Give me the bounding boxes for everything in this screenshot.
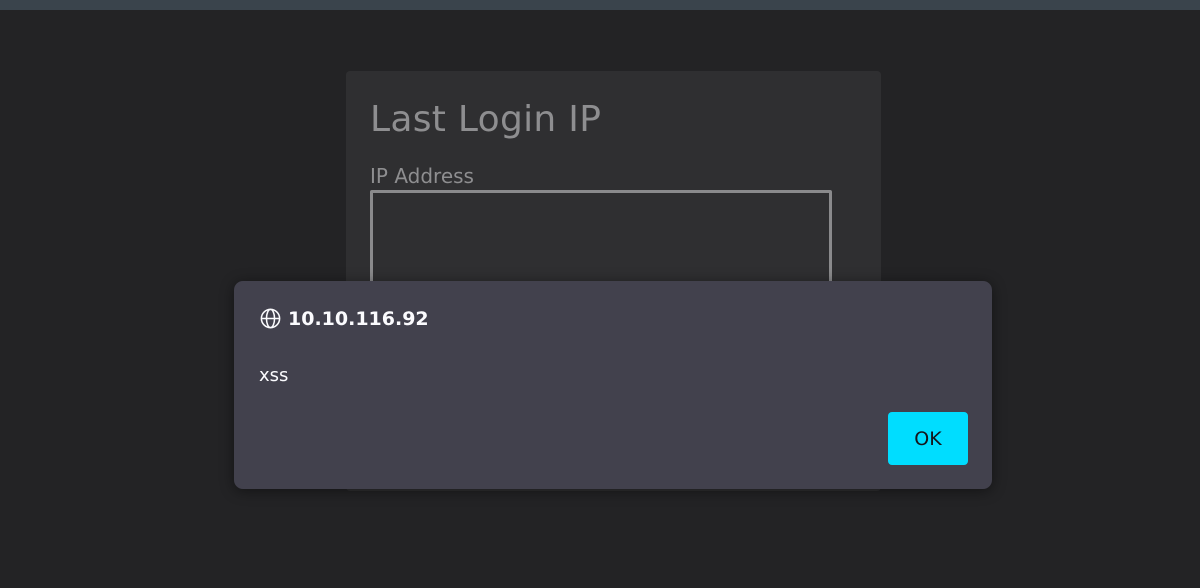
globe-icon [259, 307, 282, 330]
dialog-header: 10.10.116.92 [259, 307, 429, 330]
alert-dialog: 10.10.116.92 xss OK [234, 281, 992, 489]
ok-button[interactable]: OK [888, 412, 968, 465]
dialog-origin: 10.10.116.92 [288, 307, 429, 330]
dialog-message: xss [259, 365, 289, 386]
dialog-overlay: 10.10.116.92 xss OK [0, 0, 1200, 588]
